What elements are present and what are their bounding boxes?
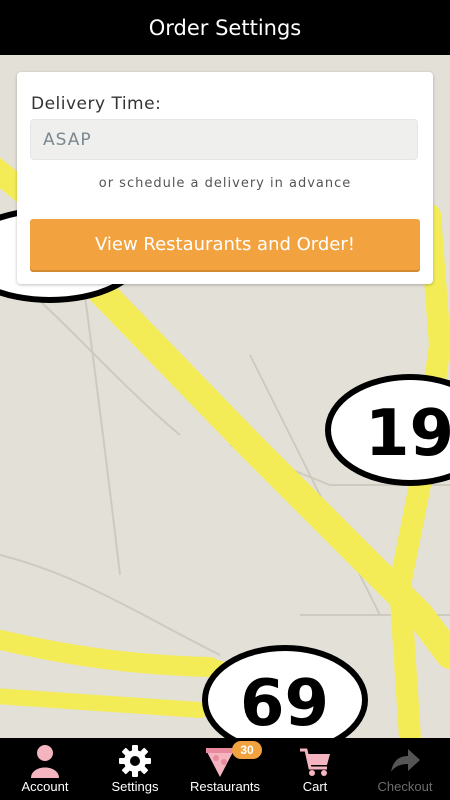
arrow-forward-icon (388, 744, 422, 782)
title-bar: Order Settings (0, 0, 450, 55)
map-shield-label-69: 69 (240, 667, 329, 738)
tab-restaurants[interactable]: 30 Restaurants (180, 738, 270, 800)
tab-checkout[interactable]: Checkout (360, 738, 450, 800)
bottom-tab-bar: Account Settings 30 Restaurants Cart Che… (0, 738, 450, 800)
delivery-time-label: Delivery Time: (31, 94, 162, 114)
gear-icon (118, 744, 152, 782)
cart-icon (298, 744, 332, 782)
tab-settings[interactable]: Settings (90, 738, 180, 800)
order-settings-card: Delivery Time: ASAP or schedule a delive… (17, 72, 433, 284)
schedule-delivery-link[interactable]: or schedule a delivery in advance (17, 176, 433, 191)
page-title: Order Settings (148, 15, 302, 40)
delivery-time-field[interactable]: ASAP (30, 119, 418, 160)
map-shield-label-19: 19 (365, 397, 450, 471)
tab-account[interactable]: Account (0, 738, 90, 800)
tab-cart[interactable]: Cart (270, 738, 360, 800)
view-restaurants-button[interactable]: View Restaurants and Order! (30, 219, 420, 270)
person-icon (28, 744, 62, 782)
restaurants-count-badge: 30 (232, 741, 262, 759)
delivery-time-value: ASAP (43, 129, 92, 150)
